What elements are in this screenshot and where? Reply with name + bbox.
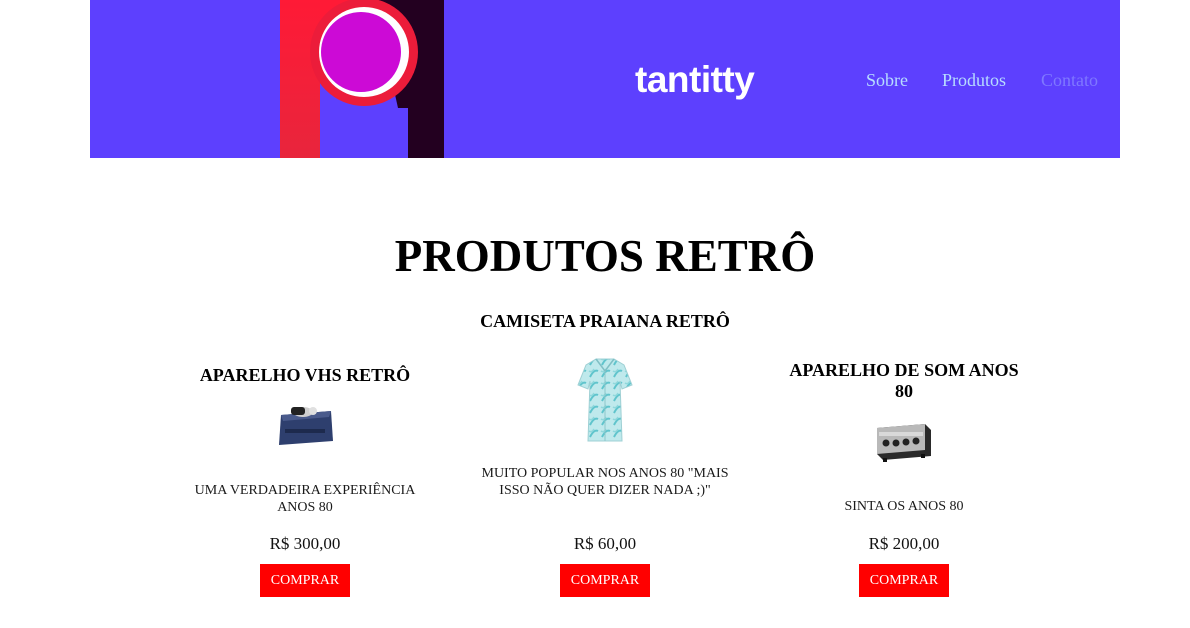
product-price: R$ 200,00 [868,534,940,553]
product-price: R$ 60,00 [573,534,637,553]
buy-button[interactable]: COMPRAR [560,564,650,597]
product-description: MUITO POPULAR NOS ANOS 80 "MAIS ISSO NÃO… [481,466,729,498]
product-title: APARELHO VHS RETRÔ [199,365,411,385]
logo-icon [280,0,444,158]
nav-link-sobre[interactable]: Sobre [866,69,908,91]
site-header: tantitty Sobre Produtos Contato [90,0,1120,158]
buy-button[interactable]: COMPRAR [859,564,949,597]
vhs-player-icon [279,407,333,445]
nav-link-contato[interactable]: Contato [1041,69,1098,91]
nav-link-produtos[interactable]: Produtos [942,69,1006,91]
brand-name[interactable]: tantitty [635,58,755,102]
buy-button[interactable]: COMPRAR [260,564,350,597]
stereo-amplifier-icon [877,424,931,462]
product-price: R$ 300,00 [269,534,341,553]
product-title: APARELHO DE SOM ANOS 80 [789,360,1019,401]
product-title: CAMISETA PRAIANA RETRÔ [480,311,730,331]
page-title: PRODUTOS RETRÔ [394,231,816,281]
product-description: SINTA OS ANOS 80 [844,499,964,514]
beach-shirt-icon [577,358,633,442]
product-description: UMA VERDADEIRA EXPERIÊNCIA ANOS 80 [194,483,416,515]
